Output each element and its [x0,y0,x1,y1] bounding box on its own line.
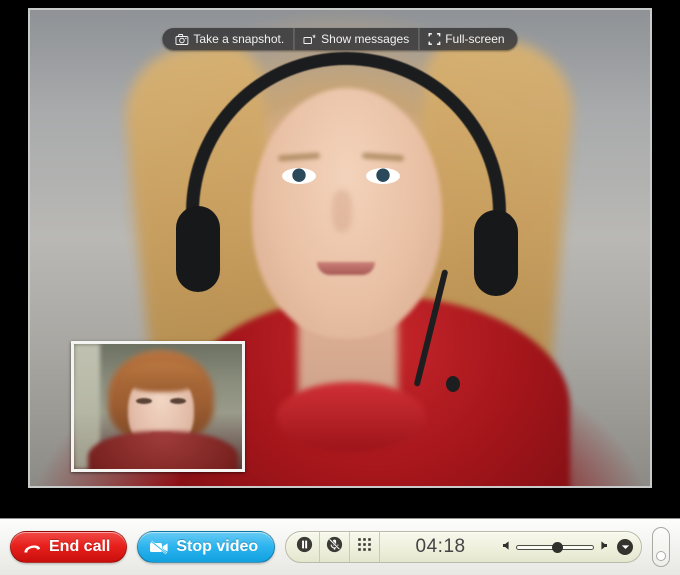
camera-off-icon [149,540,169,555]
take-snapshot-button[interactable]: Take a snapshot. [166,28,295,50]
end-call-button[interactable]: End call [10,531,128,563]
hangup-phone-icon [22,541,42,554]
show-messages-label: Show messages [321,32,410,46]
dialpad-icon [357,537,372,557]
volume-slider[interactable] [516,541,594,553]
volume-control[interactable] [501,538,641,556]
stop-video-button[interactable]: Stop video [137,531,276,563]
call-toolbar: End call Stop video 04:18 [0,518,680,575]
video-overlay-toolbar: Take a snapshot. Show messages Full-scre… [162,28,518,50]
remote-video-container[interactable]: Take a snapshot. Show messages Full-scre… [28,8,652,488]
pip-eye-right [170,398,186,404]
headset-mic-tip [446,376,460,392]
remote-collar [276,382,426,452]
stop-video-label: Stop video [176,538,259,555]
headset-earcup-left [176,206,220,292]
show-messages-button[interactable]: Show messages [294,28,420,50]
expand-corners-icon [428,33,441,45]
self-view-pip[interactable] [71,341,245,472]
remote-mouth [317,262,375,275]
audio-options-button[interactable] [617,539,633,555]
pip-eye-left [136,398,152,404]
pause-icon [296,536,313,558]
speaker-high-icon [598,538,609,556]
camera-icon [175,33,189,45]
take-snapshot-label: Take a snapshot. [193,32,285,46]
call-console: 04:18 [285,531,642,563]
full-screen-button[interactable]: Full-screen [419,28,513,50]
pip-fringe [122,362,202,392]
pip-shirt [88,431,238,469]
self-video-feed [74,344,242,469]
dialpad-button[interactable] [350,532,381,562]
video-call-window: Take a snapshot. Show messages Full-scre… [0,0,680,575]
hold-call-button[interactable] [286,532,321,562]
speaker-low-icon [501,538,512,556]
mic-mute-icon [326,536,343,558]
chevron-down-icon [621,545,629,549]
headset-earcup-right [474,210,518,296]
call-timer: 04:18 [415,536,466,557]
volume-slider-knob[interactable] [552,541,563,553]
video-stage: Take a snapshot. Show messages Full-scre… [0,0,680,518]
end-call-label: End call [49,538,111,555]
speech-bubble-icon [303,34,316,45]
mute-mic-button[interactable] [320,532,351,562]
resize-handle[interactable] [652,527,670,567]
resize-handle-grip [656,551,666,561]
full-screen-label: Full-screen [445,32,505,46]
